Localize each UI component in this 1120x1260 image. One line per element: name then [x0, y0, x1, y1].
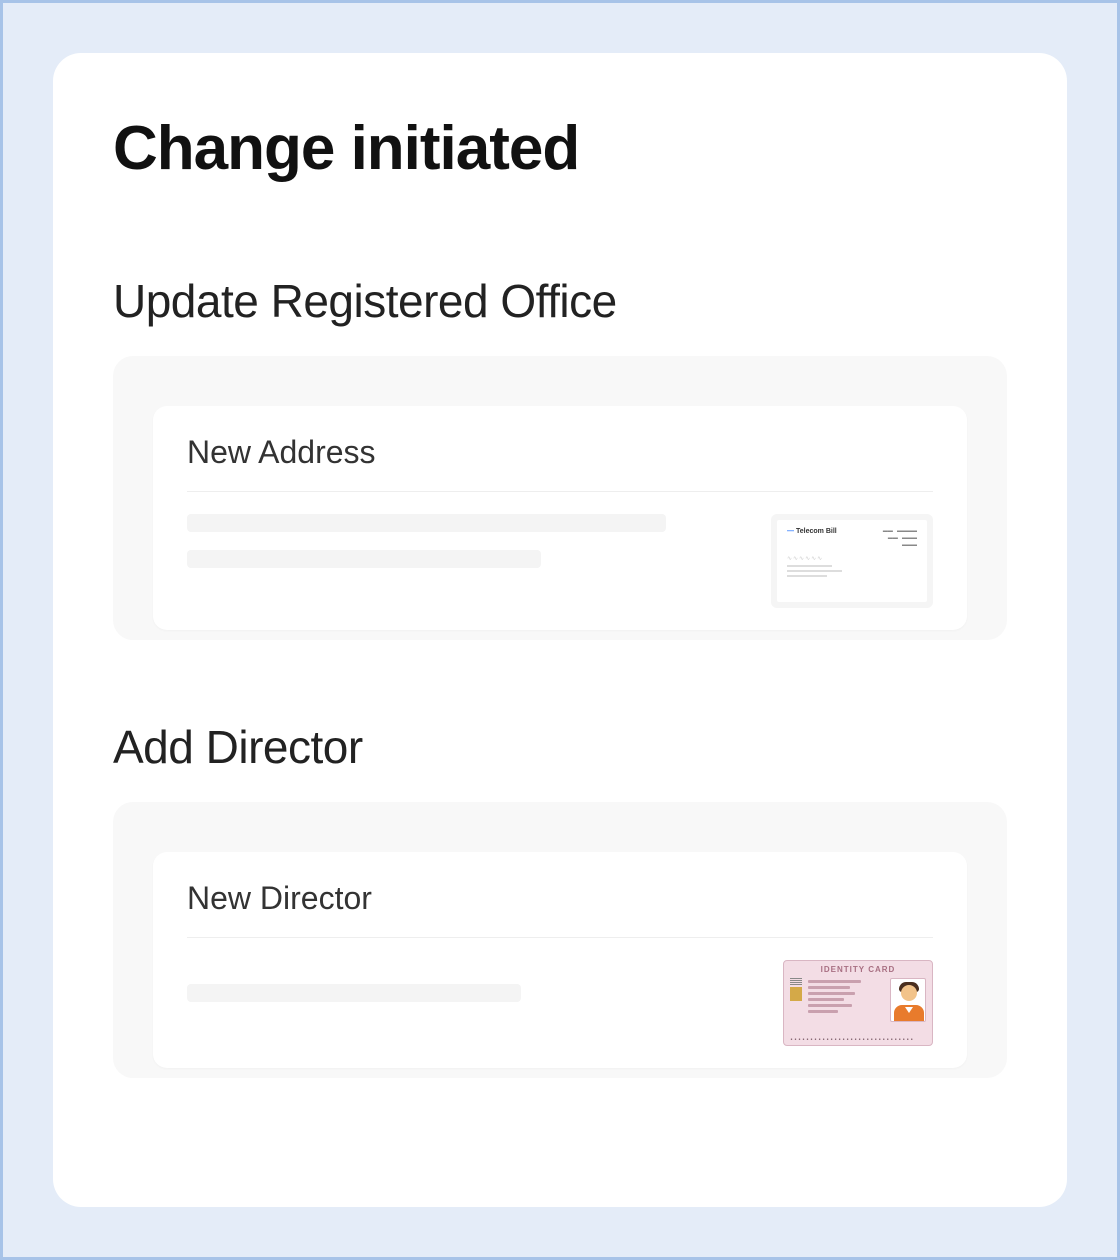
main-card: Change initiated Update Registered Offic… — [53, 53, 1067, 1207]
skeleton-line — [187, 550, 541, 568]
director-card: New Director IDENTITY CARD — [153, 852, 967, 1068]
id-card-label: IDENTITY CARD — [784, 961, 932, 974]
bill-brand-label: Telecom Bill — [796, 528, 837, 535]
director-placeholder-text — [187, 960, 743, 1020]
page-frame: Change initiated Update Registered Offic… — [0, 0, 1120, 1260]
director-content-row: IDENTITY CARD — [187, 960, 933, 1046]
id-photo-icon — [890, 978, 926, 1022]
section-panel-office: New Address —Telecom Bill ▬▬ ▬▬▬▬ — [113, 356, 1007, 640]
section-panel-director: New Director IDENTITY CARD — [113, 802, 1007, 1078]
identity-card-icon: IDENTITY CARD — [783, 960, 933, 1046]
document-thumbnail-bill: —Telecom Bill ▬▬ ▬▬▬▬ ▬▬ ▬▬▬ ▬▬▬ ∿∿∿∿∿∿ — [771, 514, 933, 608]
section-title-director: Add Director — [113, 720, 1007, 774]
skeleton-line — [187, 984, 521, 1002]
skeleton-line — [187, 514, 666, 532]
bill-meta-placeholder: ▬▬ ▬▬▬▬ ▬▬ ▬▬▬ ▬▬▬ — [883, 528, 917, 549]
address-card-title: New Address — [187, 434, 933, 471]
divider — [187, 491, 933, 492]
telecom-bill-icon: —Telecom Bill ▬▬ ▬▬▬▬ ▬▬ ▬▬▬ ▬▬▬ ∿∿∿∿∿∿ — [777, 520, 927, 602]
document-thumbnail-id: IDENTITY CARD — [783, 960, 933, 1046]
page-title: Change initiated — [113, 113, 1007, 184]
director-card-title: New Director — [187, 880, 933, 917]
divider — [187, 937, 933, 938]
address-placeholder-text — [187, 514, 731, 586]
bill-lines-placeholder — [787, 565, 917, 577]
section-title-office: Update Registered Office — [113, 274, 1007, 328]
address-content-row: —Telecom Bill ▬▬ ▬▬▬▬ ▬▬ ▬▬▬ ▬▬▬ ∿∿∿∿∿∿ — [187, 514, 933, 608]
address-card: New Address —Telecom Bill ▬▬ ▬▬▬▬ — [153, 406, 967, 630]
